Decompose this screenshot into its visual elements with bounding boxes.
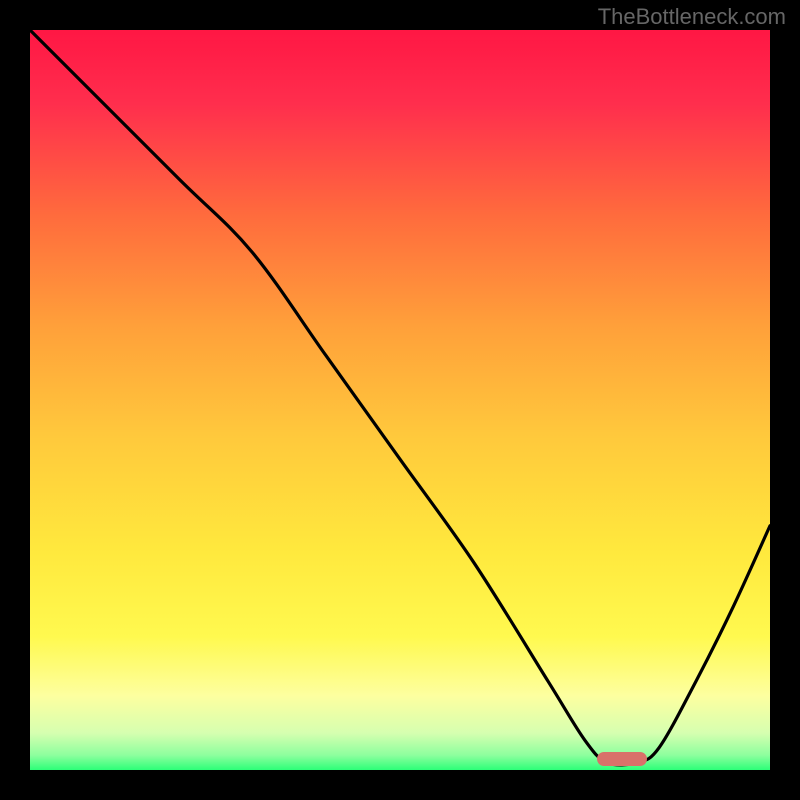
chart-marker-pill [597,752,647,766]
chart-line [30,30,770,770]
chart-plot-area [30,30,770,770]
attribution-text: TheBottleneck.com [598,4,786,30]
